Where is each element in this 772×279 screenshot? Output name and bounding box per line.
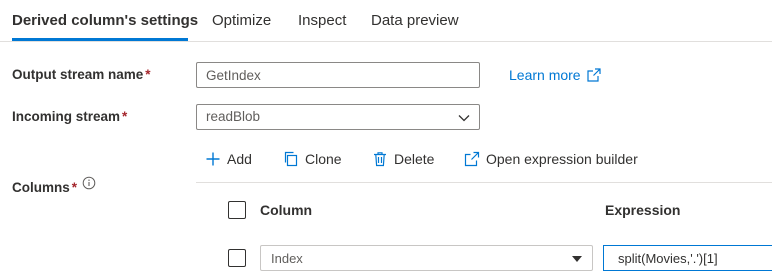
clone-button[interactable]: Clone (283, 149, 342, 169)
incoming-stream-label-text: Incoming stream (12, 109, 121, 124)
caret-down-icon (572, 256, 582, 262)
tab-derived-column-settings[interactable]: Derived column's settings (12, 12, 198, 29)
columns-label: Columns * (12, 180, 77, 195)
row-checkbox[interactable] (228, 249, 246, 267)
column-header: Column (260, 202, 313, 218)
required-marker: * (71, 180, 78, 195)
add-button[interactable]: Add (205, 149, 252, 169)
required-marker: * (122, 109, 128, 124)
delete-button[interactable]: Delete (372, 149, 434, 169)
tab-data-preview[interactable]: Data preview (371, 12, 459, 29)
learn-more-link[interactable]: Learn more (509, 67, 601, 83)
external-link-icon (586, 68, 601, 82)
column-name-value: Index (271, 251, 303, 266)
incoming-stream-select[interactable]: readBlob (196, 104, 480, 130)
active-tab-indicator (12, 38, 188, 41)
plus-icon (206, 152, 220, 166)
tab-bar: Derived column's settings Optimize Inspe… (0, 0, 772, 42)
trash-icon (374, 152, 386, 167)
delete-button-label: Delete (394, 151, 435, 167)
external-link-icon (464, 151, 480, 167)
learn-more-text: Learn more (509, 67, 581, 83)
output-stream-label-text: Output stream name (12, 67, 144, 82)
info-icon[interactable] (82, 176, 96, 190)
add-button-label: Add (227, 151, 252, 167)
expression-input[interactable]: split(Movies,'.')[1] (603, 245, 772, 271)
incoming-stream-value: readBlob (206, 109, 261, 124)
output-stream-label: Output stream name * (12, 67, 151, 82)
chevron-down-icon (457, 111, 471, 125)
open-expression-builder-label: Open expression builder (486, 151, 638, 167)
tab-inspect[interactable]: Inspect (298, 12, 346, 29)
expression-header: Expression (605, 202, 681, 218)
clone-button-label: Clone (305, 151, 342, 167)
tab-optimize[interactable]: Optimize (212, 12, 271, 29)
required-marker: * (145, 67, 151, 82)
incoming-stream-label: Incoming stream * (12, 109, 127, 124)
clone-icon (284, 151, 298, 167)
output-stream-name-input[interactable] (196, 62, 480, 88)
open-expression-builder-button[interactable]: Open expression builder (464, 149, 638, 169)
expression-value: split(Movies,'.')[1] (618, 251, 718, 266)
select-all-checkbox[interactable] (228, 201, 246, 219)
columns-label-text: Columns (12, 180, 70, 195)
column-name-select[interactable]: Index (260, 245, 593, 271)
